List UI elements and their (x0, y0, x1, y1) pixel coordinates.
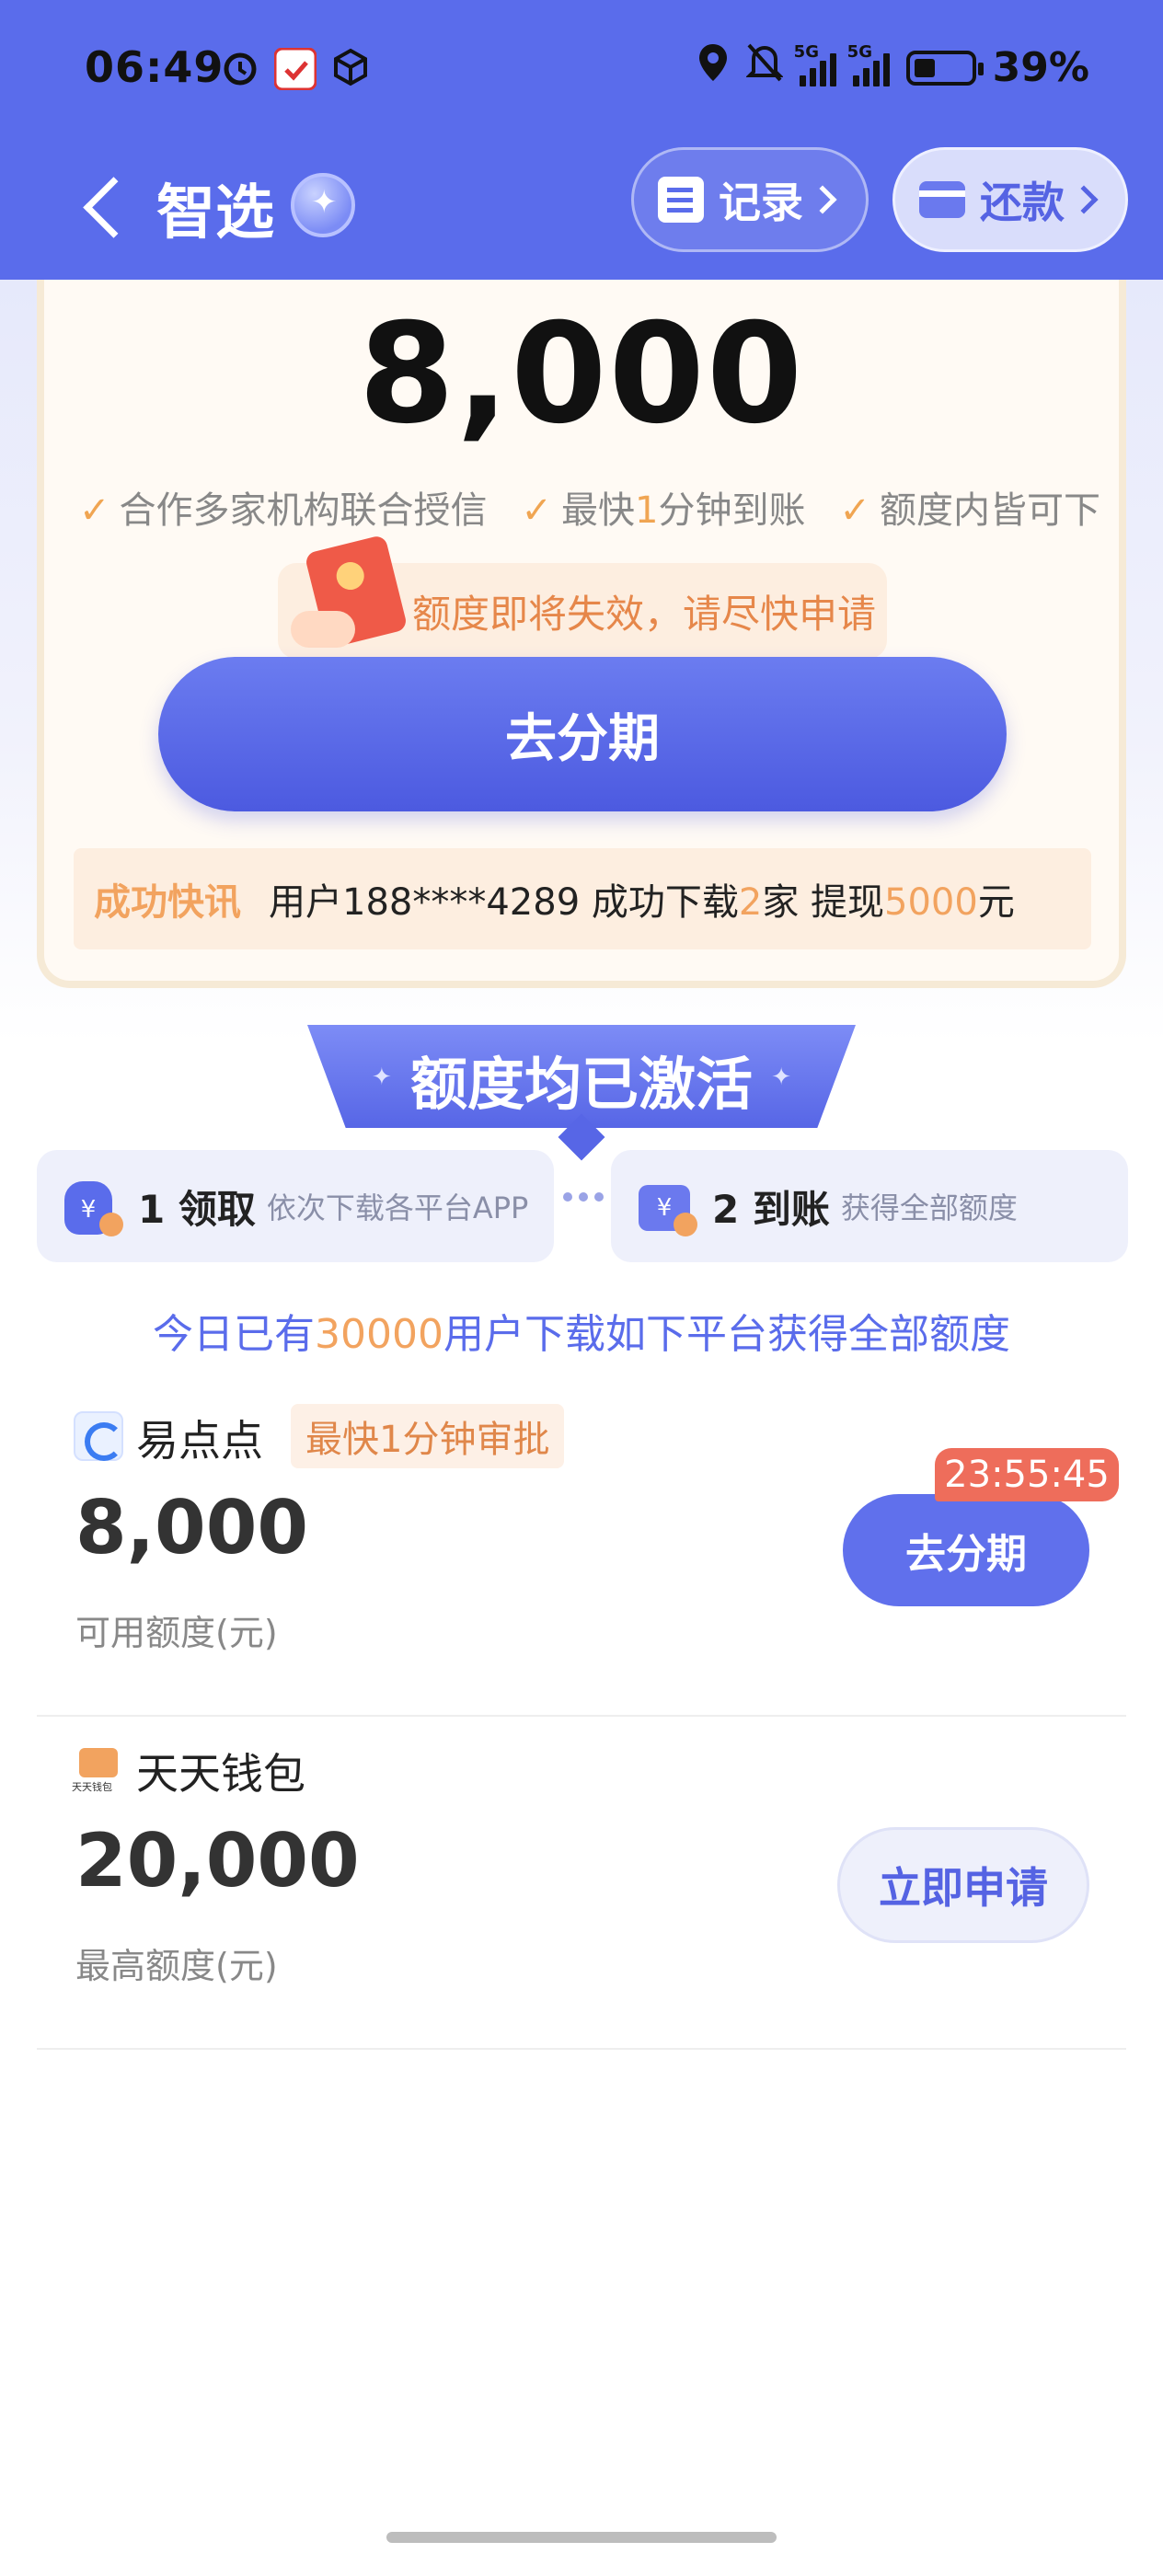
news-tag: 成功快讯 (94, 881, 241, 924)
feature-item: ✓ 额度内皆可下 (839, 489, 1100, 532)
status-right-group: 5G 5G 39% (697, 42, 1089, 93)
status-time: 06:49 (85, 42, 225, 92)
activation-banner: ✦ ✦ 额度均已激活 (307, 1025, 856, 1161)
activation-title: 额度均已激活 (409, 1051, 753, 1118)
step-card-arrival: ¥ 2 到账 获得全部额度 (611, 1150, 1128, 1262)
repay-label: 还款 (980, 178, 1065, 227)
wallet-icon: ¥ (635, 1174, 699, 1238)
step-connector-dots (563, 1192, 604, 1202)
cube-icon (331, 48, 370, 86)
step-subtitle: 获得全部额度 (840, 1190, 1018, 1225)
record-label: 记录 (719, 178, 803, 227)
step-subtitle: 依次下载各平台APP (266, 1190, 529, 1225)
step-title: 1 领取 (138, 1186, 256, 1232)
location-icon (697, 42, 730, 93)
step-title: 2 到账 (712, 1186, 830, 1232)
feature-list: ✓ 合作多家机构联合授信 ✓ 最快1分钟到账 ✓ 额度内皆可下 (79, 480, 1100, 534)
check-icon: ✓ (839, 489, 870, 532)
hand-icon (291, 611, 355, 648)
chevron-right-icon (808, 185, 837, 214)
product-amount: 20,000 (75, 1818, 360, 1903)
ai-sparkle-icon (291, 173, 355, 237)
expire-notice: 额度即将失效，请尽快申请 (278, 534, 887, 659)
page-title: 智选 (156, 179, 274, 247)
feature-item: ✓ 合作多家机构联合授信 (79, 489, 488, 532)
chevron-right-icon (1069, 185, 1099, 214)
success-news-ticker: 成功快讯 用户188****4289 成功下载2家 提现5000元 (74, 848, 1091, 949)
home-indicator[interactable] (386, 2532, 777, 2543)
product-row-yidiandian: 易点点 最快1分钟审批 8,000 可用额度(元) 去分期 23:55:45 (37, 1384, 1126, 1717)
battery-percent: 39% (992, 44, 1089, 91)
wallet-logo-icon (72, 1744, 123, 1794)
feature-item: ✓ 最快1分钟到账 (521, 489, 806, 532)
product-row-tiantianqianbao: 天天钱包 20,000 最高额度(元) 立即申请 (37, 1717, 1126, 2050)
check-icon: ✓ (521, 489, 553, 532)
installment-cta-button[interactable]: 去分期 (158, 657, 1007, 811)
product-amount-label: 最高额度(元) (75, 1946, 278, 1986)
check-icon: ✓ (79, 489, 110, 532)
back-button[interactable] (75, 166, 131, 248)
product-tag: 最快1分钟审批 (291, 1404, 565, 1468)
step-card-claim: ¥ 1 领取 依次下载各平台APP (37, 1150, 554, 1262)
countdown-badge: 23:55:45 (935, 1448, 1119, 1501)
app-notification-icon (273, 47, 317, 91)
record-button[interactable]: 记录 (631, 147, 869, 252)
status-bar: 06:49 5G 5G 39% (0, 0, 1163, 147)
nav-bar: 智选 记录 还款 (0, 147, 1163, 280)
product-name: 天天钱包 (136, 1749, 305, 1799)
signal-icon-2: 5G (847, 42, 890, 86)
expire-notice-text: 额度即将失效，请尽快申请 (412, 592, 877, 637)
signal-icon: 5G (794, 42, 836, 86)
product-amount: 8,000 (75, 1485, 309, 1570)
credit-amount: 8,000 (358, 294, 805, 454)
apply-now-button[interactable]: 立即申请 (837, 1827, 1089, 1943)
battery-icon (905, 50, 984, 86)
money-bag-icon: ¥ (61, 1174, 125, 1238)
mute-icon (744, 42, 784, 93)
product-installment-button[interactable]: 去分期 (843, 1494, 1089, 1606)
alarm-icon (221, 48, 259, 86)
card-icon (919, 181, 965, 218)
product-amount-label: 可用额度(元) (75, 1613, 278, 1653)
product-name: 易点点 (136, 1416, 263, 1466)
news-text: 用户188****4289 成功下载2家 提现5000元 (269, 881, 1015, 924)
repay-button[interactable]: 还款 (892, 147, 1128, 252)
yidiandian-logo-icon (74, 1411, 123, 1461)
today-downloads-text: 今日已有30000用户下载如下平台获得全部额度 (153, 1311, 1010, 1358)
record-icon (658, 177, 704, 223)
